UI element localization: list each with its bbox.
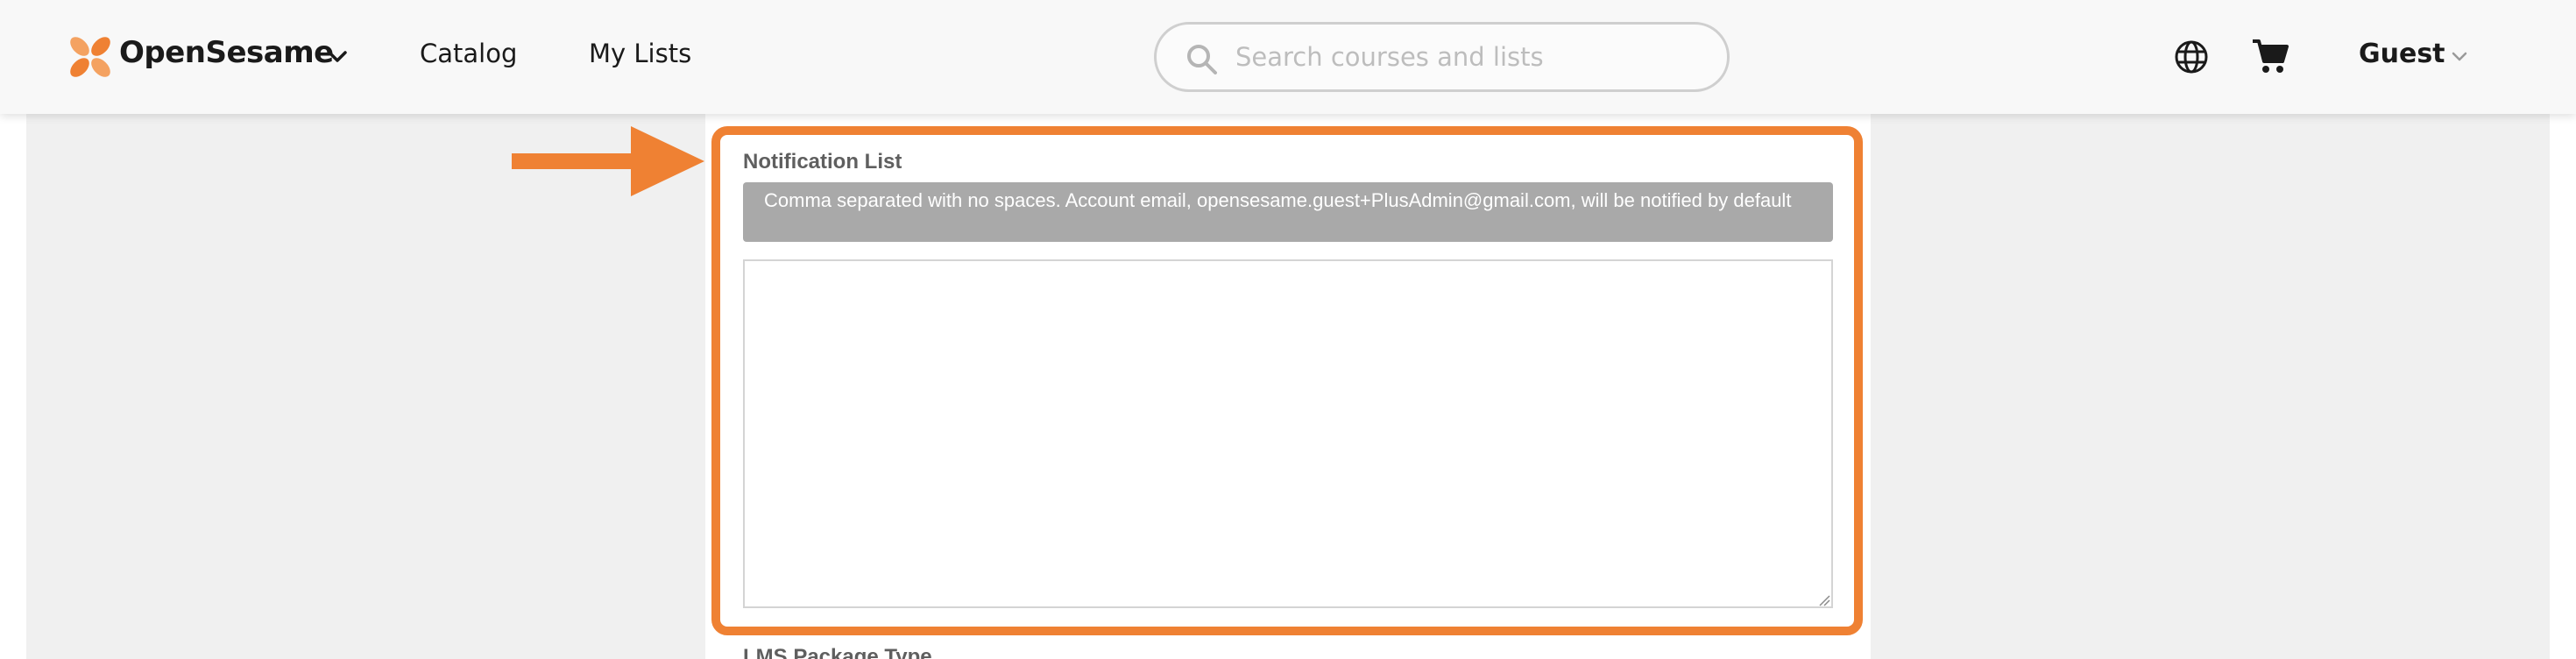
lms-package-type-label: LMS Package Type bbox=[743, 645, 932, 659]
search-bar[interactable] bbox=[1154, 22, 1730, 92]
notification-list-textarea[interactable] bbox=[743, 259, 1833, 608]
nav-my-lists-link[interactable]: My Lists bbox=[589, 39, 691, 68]
search-input[interactable] bbox=[1235, 37, 1709, 77]
brand-name[interactable]: OpenSesame bbox=[119, 35, 334, 70]
arrow-right-icon bbox=[512, 126, 704, 196]
search-icon bbox=[1187, 45, 1217, 74]
notification-list-label: Notification List bbox=[743, 150, 902, 174]
globe-icon[interactable] bbox=[2173, 39, 2210, 75]
chevron-down-icon[interactable] bbox=[324, 44, 350, 70]
logo-icon[interactable] bbox=[67, 33, 114, 81]
user-menu[interactable]: Guest bbox=[2359, 39, 2445, 69]
chevron-down-icon[interactable] bbox=[2449, 46, 2470, 67]
cart-icon[interactable] bbox=[2250, 37, 2290, 75]
notification-list-help: Comma separated with no spaces. Account … bbox=[743, 182, 1833, 242]
resize-handle-icon[interactable] bbox=[1816, 592, 1830, 606]
nav-catalog-link[interactable]: Catalog bbox=[420, 39, 517, 68]
top-navigation-bar: OpenSesame Catalog My Lists Guest bbox=[0, 0, 2576, 114]
